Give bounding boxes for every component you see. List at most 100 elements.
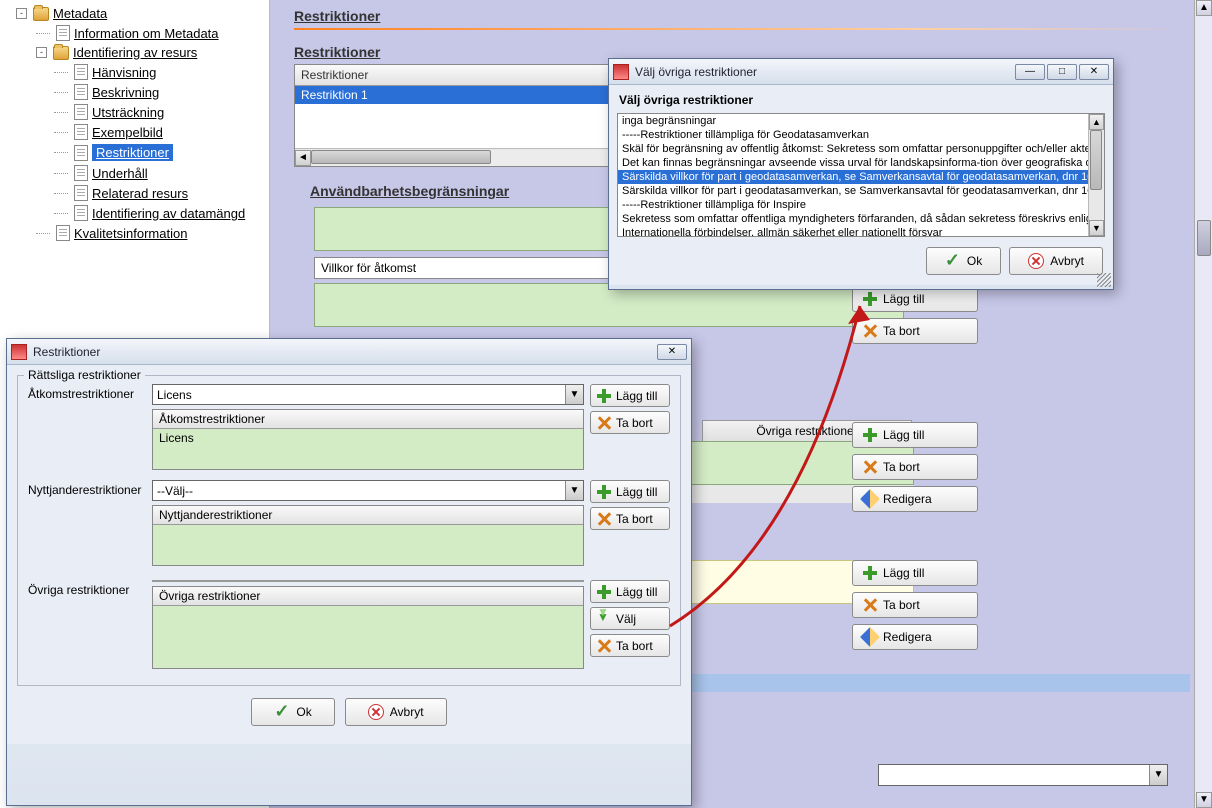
remove-button[interactable]: Ta bort <box>852 318 978 344</box>
check-icon: ✓ <box>945 253 961 269</box>
chevron-down-icon[interactable]: ▼ <box>1149 765 1167 785</box>
cancel-icon <box>368 704 384 720</box>
plus-icon <box>597 485 611 499</box>
listbox-vscroll[interactable]: ▲ ▼ <box>1088 114 1104 236</box>
remove-button[interactable]: Ta bort <box>590 411 670 434</box>
tree-node-utsträckning[interactable]: Utsträckning <box>2 102 267 122</box>
scroll-left-icon[interactable]: ◄ <box>295 150 311 166</box>
ok-button[interactable]: ✓Ok <box>926 247 1001 275</box>
list-item[interactable]: inga begränsningar <box>618 114 1104 128</box>
chevron-down-icon[interactable]: ▼ <box>565 481 583 500</box>
tree-node-label: Hänvisning <box>92 65 156 80</box>
collapse-icon[interactable]: - <box>36 47 47 58</box>
btn-label: Ta bort <box>883 460 920 474</box>
list-item[interactable]: Internationella förbindelser, allmän säk… <box>618 226 1104 237</box>
list-item[interactable]: Sekretess som omfattar offentliga myndig… <box>618 212 1104 226</box>
combo-input[interactable] <box>153 385 565 404</box>
tree-node-hänvisning[interactable]: Hänvisning <box>2 62 267 82</box>
btn-label: Ta bort <box>883 598 920 612</box>
tree-node-restriktioner[interactable]: Restriktioner <box>2 142 267 163</box>
list-item[interactable]: Skäl för begränsning av offentlig åtkoms… <box>618 142 1104 156</box>
tree-node-underhåll[interactable]: Underhåll <box>2 163 267 183</box>
add-button[interactable]: Lägg till <box>590 384 670 407</box>
access-restrictions-list[interactable]: Åtkomstrestriktioner Licens <box>152 409 584 470</box>
plus-icon <box>597 585 611 599</box>
select-other-dialog: Välj övriga restriktioner — □ ✕ Välj övr… <box>608 58 1114 290</box>
add-button[interactable]: Lägg till <box>852 560 978 586</box>
scroll-down-icon[interactable]: ▼ <box>1196 792 1212 808</box>
scroll-down-icon[interactable]: ▼ <box>1089 220 1104 236</box>
dialog-heading: Välj övriga restriktioner <box>609 85 1113 113</box>
maximize-icon[interactable]: □ <box>1047 64 1077 80</box>
tree-node-label: Utsträckning <box>92 105 164 120</box>
list-body[interactable] <box>153 606 583 668</box>
tree-ident[interactable]: - Identifiering av resurs <box>2 43 267 62</box>
x-icon <box>597 639 611 653</box>
btn-label: Lägg till <box>883 292 924 306</box>
tree-node-relaterad-resurs[interactable]: Relaterad resurs <box>2 183 267 203</box>
dialog-titlebar[interactable]: Välj övriga restriktioner — □ ✕ <box>609 59 1113 85</box>
x-icon <box>863 598 877 612</box>
list-item[interactable]: Särskilda villkor för part i geodatasamv… <box>618 170 1104 184</box>
x-icon <box>597 416 611 430</box>
access-restrictions-combo[interactable]: ▼ <box>152 384 584 405</box>
document-icon <box>74 165 88 181</box>
collapse-icon[interactable]: - <box>16 8 27 19</box>
edit-button[interactable]: Redigera <box>852 486 978 512</box>
remove-button[interactable]: Ta bort <box>852 592 978 618</box>
scroll-thumb[interactable] <box>1197 220 1211 256</box>
x-icon <box>597 512 611 526</box>
document-icon <box>56 225 70 241</box>
close-icon[interactable]: ✕ <box>1079 64 1109 80</box>
close-icon[interactable]: ✕ <box>657 344 687 360</box>
tree-info[interactable]: Information om Metadata <box>2 23 267 43</box>
tree-node-beskrivning[interactable]: Beskrivning <box>2 82 267 102</box>
options-listbox[interactable]: inga begränsningar-----Restriktioner til… <box>617 113 1105 237</box>
section-title-1: Restriktioner <box>294 8 1212 24</box>
use-restrictions-combo[interactable]: ▼ <box>152 480 584 501</box>
dialog-titlebar[interactable]: Restriktioner ✕ <box>7 339 691 365</box>
list-item[interactable]: Licens <box>153 429 583 469</box>
chevron-down-icon[interactable]: ▼ <box>565 385 583 404</box>
remove-button[interactable]: Ta bort <box>590 507 670 530</box>
remove-button[interactable]: Ta bort <box>852 454 978 480</box>
add-button[interactable]: Lägg till <box>590 580 670 603</box>
other-restrictions-textarea[interactable] <box>152 580 584 582</box>
list-item[interactable]: Det kan finnas begränsningar avseende vi… <box>618 156 1104 170</box>
scroll-up-icon[interactable]: ▲ <box>1196 0 1212 16</box>
cancel-button[interactable]: Avbryt <box>345 698 447 726</box>
plus-icon <box>597 389 611 403</box>
cancel-icon <box>1028 253 1044 269</box>
tree-node-identifiering-av-datamängd[interactable]: Identifiering av datamängd <box>2 203 267 223</box>
folder-icon <box>53 46 69 60</box>
use-restrictions-list[interactable]: Nyttjanderestriktioner <box>152 505 584 566</box>
list-body[interactable] <box>153 525 583 565</box>
add-button[interactable]: Lägg till <box>852 422 978 448</box>
pick-button[interactable]: Välj <box>590 607 670 630</box>
other-restrictions-list[interactable]: Övriga restriktioner <box>152 586 584 669</box>
tree-node-exempelbild[interactable]: Exempelbild <box>2 122 267 142</box>
use-restrictions-label: Nyttjanderestriktioner <box>28 480 146 497</box>
main-vscroll[interactable]: ▲ ▼ <box>1194 0 1212 808</box>
ok-button[interactable]: ✓Ok <box>251 698 334 726</box>
list-item[interactable]: Särskilda villkor för part i geodatasamv… <box>618 184 1104 198</box>
tree-kvalitet[interactable]: Kvalitetsinformation <box>2 223 267 243</box>
btn-label: Redigera <box>883 630 932 644</box>
combo-input[interactable] <box>153 481 565 500</box>
minimize-icon[interactable]: — <box>1015 64 1045 80</box>
remove-button[interactable]: Ta bort <box>590 634 670 657</box>
add-button[interactable]: Lägg till <box>590 480 670 503</box>
scroll-up-icon[interactable]: ▲ <box>1089 114 1104 130</box>
cancel-button[interactable]: Avbryt <box>1009 247 1103 275</box>
list-item[interactable]: -----Restriktioner tillämpliga för Inspi… <box>618 198 1104 212</box>
plus-icon <box>863 428 877 442</box>
bottom-combo[interactable]: ▼ <box>878 764 1168 786</box>
tree-root[interactable]: - Metadata <box>2 4 267 23</box>
resize-grip[interactable] <box>1097 273 1111 287</box>
list-item[interactable]: -----Restriktioner tillämpliga för Geoda… <box>618 128 1104 142</box>
plus-icon <box>863 566 877 580</box>
edit-button[interactable]: Redigera <box>852 624 978 650</box>
hscroll-thumb[interactable] <box>311 150 491 164</box>
document-icon <box>74 205 88 221</box>
scroll-thumb[interactable] <box>1090 130 1102 190</box>
